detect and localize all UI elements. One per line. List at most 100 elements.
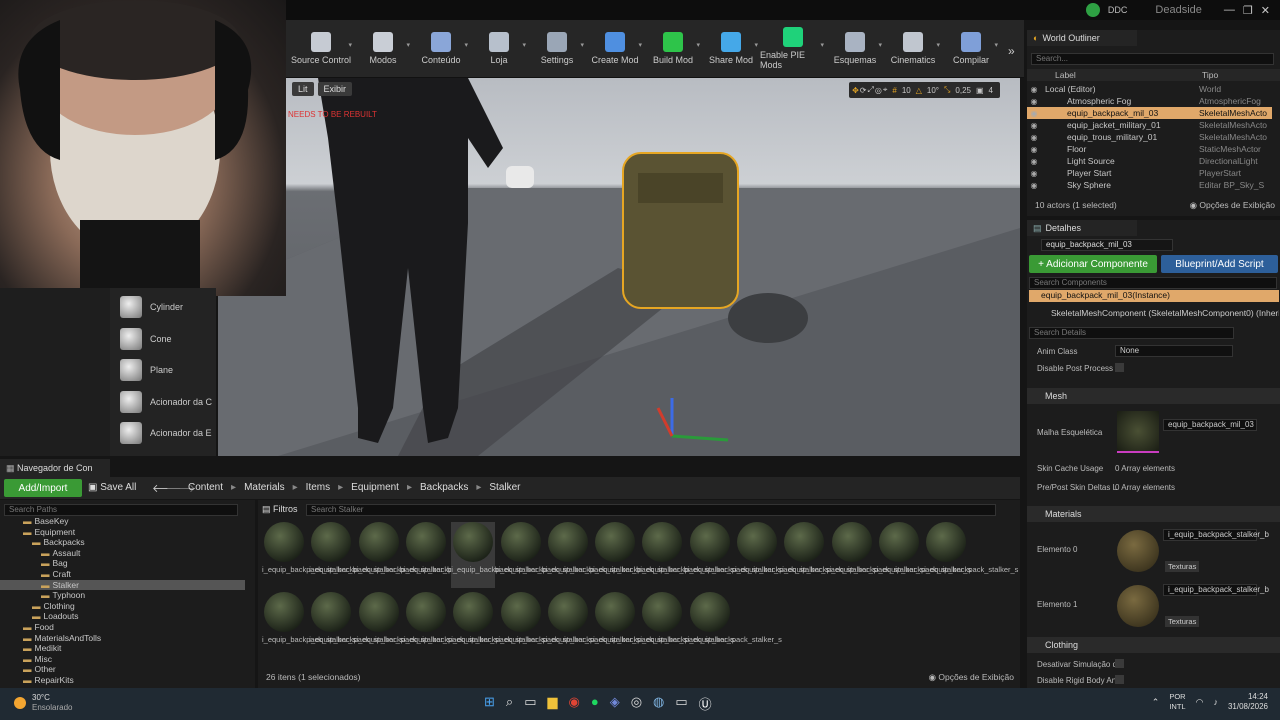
toolbar-btn-0[interactable]: Source Control ▾ [288, 21, 354, 77]
toolbar-btn-11[interactable]: Compilar ▾ [942, 21, 1000, 77]
asset-view-options[interactable]: ◉ Opções de Exibição [929, 672, 1014, 683]
toolbar-btn-3[interactable]: Loja ▾ [470, 21, 528, 77]
visibility-eye-icon[interactable]: ◉ [1027, 121, 1041, 130]
asset-tile[interactable]: i_equip_backpack_stalker_s [546, 592, 640, 658]
ddc-label[interactable]: DDC [1108, 5, 1128, 15]
outliner-view-options[interactable]: ◉ Opções de Exibição [1190, 200, 1275, 211]
toolbar-btn-8[interactable]: Enable PIE Mods ▾ [760, 21, 826, 77]
asset-tile[interactable]: i_equip_backpack_stalker_s [499, 592, 593, 658]
asset-tile[interactable]: i_equip_backpack_stalker_s [924, 522, 1018, 588]
camera-speed-value[interactable]: 4 [985, 86, 997, 95]
visibility-eye-icon[interactable]: ◉ [1027, 133, 1041, 142]
place-item[interactable]: Acionador da E [120, 422, 212, 444]
element1-thumbnail[interactable] [1117, 585, 1159, 627]
lit-button[interactable]: Lit [292, 82, 314, 96]
asset-search-input[interactable]: Search Stalker [306, 504, 996, 516]
breadcrumb-item[interactable]: Content [188, 482, 223, 493]
place-item[interactable]: Acionador da C [120, 390, 212, 413]
outliner-row[interactable]: ◉ equip_trous_military_01 SkeletalMeshActo [1027, 131, 1272, 143]
steam-icon[interactable]: ◍ [653, 694, 664, 713]
toolbar-btn-1[interactable]: Modos ▾ [354, 21, 412, 77]
outliner-row[interactable]: ◉ equip_backpack_mil_03 SkeletalMeshActo [1027, 107, 1272, 119]
asset-tile[interactable]: i_equip_backpack_stalker_b [593, 522, 688, 588]
asset-tile[interactable]: i_equip_backpack_stalker_s [309, 592, 404, 658]
materials-section-header[interactable]: Materials [1027, 506, 1280, 522]
source-control-status-icon[interactable] [1085, 3, 1100, 17]
element0-select[interactable]: i_equip_backpack_stalker_b [1163, 529, 1269, 541]
asset-tile[interactable]: i_equip_backpack_stalker_b [309, 522, 404, 588]
filters-button[interactable]: ▤ Filtros [262, 504, 298, 515]
toolbar-overflow-icon[interactable]: » [1008, 44, 1015, 58]
tree-folder[interactable]: ▬ Loadouts [0, 611, 245, 621]
tree-folder[interactable]: ▬ BaseKey [0, 516, 245, 526]
tree-folder[interactable]: ▬ Stalker [0, 579, 245, 590]
asset-tile[interactable]: i_equip_backpack_stalker_s [404, 592, 498, 658]
angle-snap-value[interactable]: 10° [923, 86, 943, 95]
wifi-icon[interactable]: ◠ [1196, 697, 1204, 708]
toolbar-btn-7[interactable]: Share Mod ▾ [702, 21, 760, 77]
obs-icon[interactable]: ◎ [631, 694, 642, 713]
visibility-eye-icon[interactable]: ◉ [1027, 85, 1041, 94]
outliner-row[interactable]: ◉ Atmospheric Fog AtmosphericFog [1027, 95, 1272, 107]
element1-textures-dropdown[interactable]: Texturas [1165, 616, 1200, 627]
search-icon[interactable]: ⌕ [506, 694, 513, 713]
visibility-eye-icon[interactable]: ◉ [1027, 145, 1041, 154]
breadcrumb-item[interactable]: Stalker [489, 482, 520, 493]
scale-tool-icon[interactable]: ⤢ [867, 85, 873, 95]
level-viewport[interactable]: Lit Exibir NEEDS TO BE REBUILT ✥ ⟳ ⤢ ◎ ⌖… [218, 78, 1020, 456]
scale-snap-value[interactable]: 0,25 [951, 86, 975, 95]
asset-tile[interactable]: i_equip_backpack_stalker_s [830, 522, 924, 588]
outliner-row[interactable]: ◉ Sky Sphere Editar BP_Sky_S [1027, 179, 1272, 191]
add-import-button[interactable]: Add/Import [4, 479, 82, 497]
outliner-col-type[interactable]: Tipo [1202, 70, 1218, 80]
search-components-input[interactable]: Search Components [1029, 277, 1277, 289]
show-button[interactable]: Exibir [317, 82, 353, 96]
disable-rigid-checkbox[interactable] [1115, 675, 1124, 684]
tree-folder[interactable]: ▬ RepairKits [0, 675, 245, 685]
breadcrumb-item[interactable]: Backpacks [420, 482, 468, 493]
close-icon[interactable]: ✕ [1261, 4, 1270, 17]
toolbar-btn-6[interactable]: Build Mod ▾ [644, 21, 702, 77]
tray-chevron-icon[interactable]: ⌃ [1152, 697, 1160, 708]
asset-tile[interactable]: i_equip_backpack_stalker_b [546, 522, 640, 588]
anim-class-select[interactable]: None [1115, 345, 1233, 357]
clock[interactable]: 14:24 31/08/2026 [1228, 692, 1268, 712]
outliner-col-label[interactable]: Label [1055, 70, 1076, 80]
tree-folder[interactable]: ▬ Other [0, 664, 245, 674]
tree-folder[interactable]: ▬ Medikit [0, 643, 245, 653]
discord-icon[interactable]: ◈ [610, 694, 620, 713]
visibility-eye-icon[interactable]: ◉ [1027, 109, 1041, 118]
add-component-button[interactable]: + Adicionar Componente [1029, 255, 1157, 273]
world-space-icon[interactable]: ◎ [875, 86, 882, 95]
search-paths-input[interactable]: Search Paths [4, 504, 238, 516]
translate-tool-icon[interactable]: ✥ [852, 86, 859, 95]
outliner-search-input[interactable]: Search... [1031, 53, 1274, 65]
actor-name-input[interactable]: equip_backpack_mil_03 [1041, 239, 1173, 251]
content-browser-tab[interactable]: ▦ Navegador de Con [0, 459, 110, 477]
toolbar-btn-2[interactable]: Conteúdo ▾ [412, 21, 470, 77]
place-item[interactable]: Plane [120, 359, 173, 381]
asset-tile[interactable]: i_equip_backpack_stalker_s [262, 592, 356, 658]
mesh-select[interactable]: equip_backpack_mil_03 [1163, 419, 1257, 431]
breadcrumb-item[interactable]: Materials [244, 482, 285, 493]
tree-folder[interactable]: ▬ Typhoon [0, 590, 245, 600]
task-view-icon[interactable]: ▭ [524, 694, 536, 713]
toolbar-btn-10[interactable]: Cinematics ▾ [884, 21, 942, 77]
outliner-row[interactable]: ◉ Light Source DirectionalLight [1027, 155, 1272, 167]
toolbar-btn-4[interactable]: Settings ▾ [528, 21, 586, 77]
tree-folder[interactable]: ▬ Bag [0, 558, 245, 568]
language-indicator[interactable]: POR INTL [1169, 692, 1185, 712]
unreal-icon[interactable]: Ⓤ [699, 694, 712, 713]
asset-tile[interactable]: i_equip_backpack_stalker_s [451, 592, 545, 658]
windows-start-icon[interactable]: ⊞ [484, 694, 495, 713]
desativar-checkbox[interactable] [1115, 659, 1124, 668]
mesh-section-header[interactable]: Mesh [1027, 388, 1280, 404]
element1-select[interactable]: i_equip_backpack_stalker_b [1163, 584, 1269, 596]
details-tab[interactable]: ▤ Detalhes [1027, 220, 1137, 236]
asset-tile[interactable]: i_equip_backpack_stalker_s [735, 522, 829, 588]
visibility-eye-icon[interactable]: ◉ [1027, 97, 1041, 106]
surface-snap-icon[interactable]: ⌖ [883, 85, 888, 95]
terminal-icon[interactable]: ▭ [675, 694, 687, 713]
volume-icon[interactable]: ♪ [1213, 697, 1218, 707]
asset-tile[interactable]: i_equip_backpack_stalker_b [262, 522, 357, 588]
